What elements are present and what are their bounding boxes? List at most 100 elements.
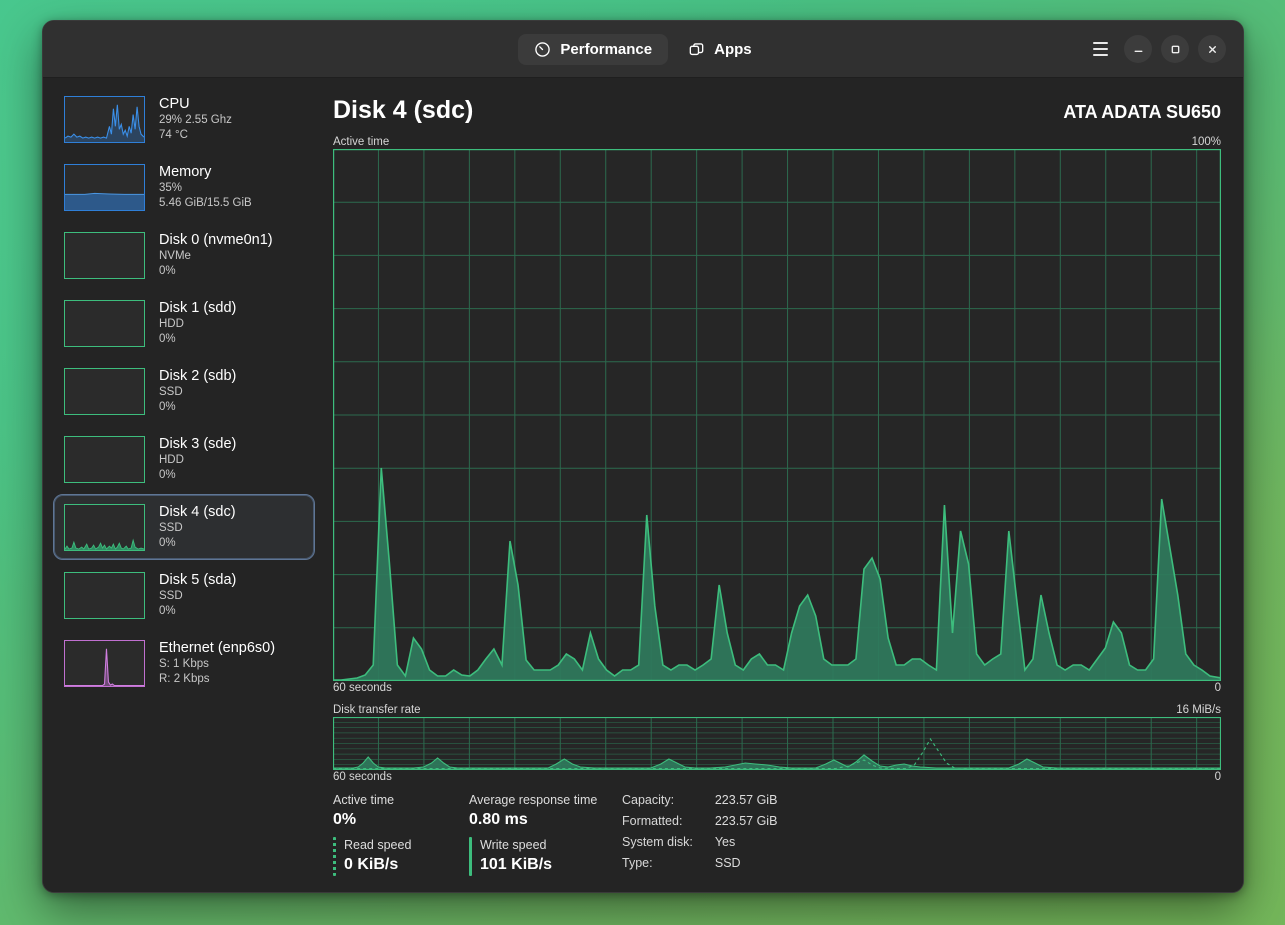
- window-body: CPU 29% 2.55 Ghz 74 °C Memory 35% 5.46 G…: [43, 78, 1243, 892]
- active-chart-top-labels: Active time 100%: [333, 135, 1221, 149]
- device-model-label: ATA ADATA SU650: [1063, 102, 1221, 123]
- sidebar-item-memory[interactable]: Memory 35% 5.46 GiB/15.5 GiB: [53, 154, 315, 220]
- transfer-chart-caption: Disk transfer rate: [333, 703, 421, 717]
- sidebar-item-disk-4[interactable]: Disk 4 (sdc) SSD 0%: [53, 494, 315, 560]
- sidebar-item-disk-5-line2: 0%: [159, 604, 236, 619]
- table-row: Formatted: 223.57 GiB: [622, 813, 777, 834]
- stat-response-time: Average response time 0.80 ms Write spee…: [469, 792, 614, 876]
- transfer-chart-top-labels: Disk transfer rate 16 MiB/s: [333, 703, 1221, 717]
- sidebar-item-disk-0[interactable]: Disk 0 (nvme0n1) NVMe 0%: [53, 222, 315, 288]
- sidebar-item-memory-line2: 5.46 GiB/15.5 GiB: [159, 196, 252, 211]
- cpu-thumbnail-graph: [64, 96, 145, 143]
- view-tabs: Performance Apps: [43, 34, 1243, 65]
- response-time-label: Average response time: [469, 792, 614, 809]
- sidebar-item-ethernet-title: Ethernet (enp6s0): [159, 639, 275, 657]
- info-key-formatted: Formatted:: [622, 813, 715, 834]
- sidebar-item-disk-2-title: Disk 2 (sdb): [159, 367, 236, 385]
- sidebar-item-disk-0-line2: 0%: [159, 264, 273, 279]
- table-row: System disk: Yes: [622, 834, 777, 855]
- write-speed-label: Write speed: [480, 837, 552, 854]
- info-key-capacity: Capacity:: [622, 792, 715, 813]
- info-value-type: SSD: [715, 855, 778, 876]
- sidebar-item-disk-3-title: Disk 3 (sde): [159, 435, 236, 453]
- sidebar-item-ethernet-line1: S: 1 Kbps: [159, 657, 275, 672]
- tab-apps-label: Apps: [714, 41, 752, 58]
- legend-read-speed: Read speed 0 KiB/s: [333, 837, 469, 876]
- disk-4-thumbnail-graph: [64, 504, 145, 551]
- maximize-icon[interactable]: [1161, 35, 1189, 63]
- active-chart-bottom-labels: 60 seconds 0: [333, 681, 1221, 695]
- disk-2-thumbnail-graph: [64, 368, 145, 415]
- write-speed-value: 101 KiB/s: [480, 854, 552, 876]
- sidebar-item-disk-4-line2: 0%: [159, 536, 236, 551]
- transfer-chart-bottom-labels: 60 seconds 0: [333, 770, 1221, 784]
- disk-3-thumbnail-graph: [64, 436, 145, 483]
- sidebar-item-disk-0-title: Disk 0 (nvme0n1): [159, 231, 273, 249]
- resource-sidebar[interactable]: CPU 29% 2.55 Ghz 74 °C Memory 35% 5.46 G…: [43, 78, 321, 892]
- info-key-system-disk: System disk:: [622, 834, 715, 855]
- sidebar-item-cpu[interactable]: CPU 29% 2.55 Ghz 74 °C: [53, 86, 315, 152]
- transfer-chart-right-axis: 0: [1215, 770, 1221, 784]
- sidebar-item-cpu-title: CPU: [159, 95, 232, 113]
- active-chart-left-axis: 60 seconds: [333, 681, 392, 695]
- sidebar-item-ethernet-line2: R: 2 Kbps: [159, 672, 275, 687]
- info-value-capacity: 223.57 GiB: [715, 792, 778, 813]
- active-chart-caption: Active time: [333, 135, 389, 149]
- info-key-type: Type:: [622, 855, 715, 876]
- disk-transfer-rate-chart: [333, 717, 1221, 770]
- active-chart-max-label: 100%: [1192, 135, 1221, 149]
- active-time-value: 0%: [333, 809, 469, 831]
- window-controls: [1085, 34, 1243, 64]
- sidebar-item-memory-line1: 35%: [159, 181, 252, 196]
- read-speed-color-swatch: [333, 837, 336, 876]
- windows-copy-icon: [688, 41, 705, 58]
- sidebar-item-cpu-line1: 29% 2.55 Ghz: [159, 113, 232, 128]
- sidebar-item-disk-5[interactable]: Disk 5 (sda) SSD 0%: [53, 562, 315, 628]
- detail-panel: Disk 4 (sdc) ATA ADATA SU650 Active time…: [321, 78, 1243, 892]
- stat-active-time: Active time 0% Read speed 0 KiB/s: [333, 792, 469, 876]
- task-manager-window: Performance Apps: [42, 20, 1244, 893]
- disk-info-table: Capacity: 223.57 GiB Formatted: 223.57 G…: [622, 792, 777, 876]
- detail-header: Disk 4 (sdc) ATA ADATA SU650: [333, 96, 1221, 125]
- gauge-icon: [534, 41, 551, 58]
- page-title: Disk 4 (sdc): [333, 96, 473, 125]
- ethernet-thumbnail-graph: [64, 640, 145, 687]
- sidebar-item-disk-5-title: Disk 5 (sda): [159, 571, 236, 589]
- read-speed-value: 0 KiB/s: [344, 854, 411, 876]
- sidebar-item-disk-4-line1: SSD: [159, 521, 236, 536]
- disk-1-thumbnail-graph: [64, 300, 145, 347]
- disk-0-thumbnail-graph: [64, 232, 145, 279]
- close-icon[interactable]: [1198, 35, 1226, 63]
- read-speed-label: Read speed: [344, 837, 411, 854]
- minimize-icon[interactable]: [1124, 35, 1152, 63]
- info-value-formatted: 223.57 GiB: [715, 813, 778, 834]
- table-row: Capacity: 223.57 GiB: [622, 792, 777, 813]
- transfer-chart-max-label: 16 MiB/s: [1176, 703, 1221, 717]
- sidebar-item-disk-0-line1: NVMe: [159, 249, 273, 264]
- tab-apps[interactable]: Apps: [672, 34, 768, 65]
- memory-thumbnail-graph: [64, 164, 145, 211]
- active-time-chart: [333, 149, 1221, 681]
- sidebar-item-ethernet[interactable]: Ethernet (enp6s0) S: 1 Kbps R: 2 Kbps: [53, 630, 315, 696]
- sidebar-item-disk-1-title: Disk 1 (sdd): [159, 299, 236, 317]
- info-value-system-disk: Yes: [715, 834, 778, 855]
- sidebar-item-disk-1-line1: HDD: [159, 317, 236, 332]
- sidebar-item-memory-title: Memory: [159, 163, 252, 181]
- sidebar-item-cpu-line2: 74 °C: [159, 128, 232, 143]
- sidebar-item-disk-2[interactable]: Disk 2 (sdb) SSD 0%: [53, 358, 315, 424]
- sidebar-item-disk-3[interactable]: Disk 3 (sde) HDD 0%: [53, 426, 315, 492]
- window-header-bar: Performance Apps: [43, 21, 1243, 78]
- active-time-label: Active time: [333, 792, 469, 809]
- tab-performance-label: Performance: [560, 41, 652, 58]
- sidebar-item-disk-3-line2: 0%: [159, 468, 236, 483]
- sidebar-item-disk-3-line1: HDD: [159, 453, 236, 468]
- response-time-value: 0.80 ms: [469, 809, 614, 831]
- sidebar-item-disk-2-line2: 0%: [159, 400, 236, 415]
- sidebar-item-disk-5-line1: SSD: [159, 589, 236, 604]
- hamburger-menu-icon[interactable]: [1085, 34, 1115, 64]
- sidebar-item-disk-4-title: Disk 4 (sdc): [159, 503, 236, 521]
- sidebar-item-disk-2-line1: SSD: [159, 385, 236, 400]
- transfer-chart-left-axis: 60 seconds: [333, 770, 392, 784]
- tab-performance[interactable]: Performance: [518, 34, 668, 65]
- sidebar-item-disk-1[interactable]: Disk 1 (sdd) HDD 0%: [53, 290, 315, 356]
